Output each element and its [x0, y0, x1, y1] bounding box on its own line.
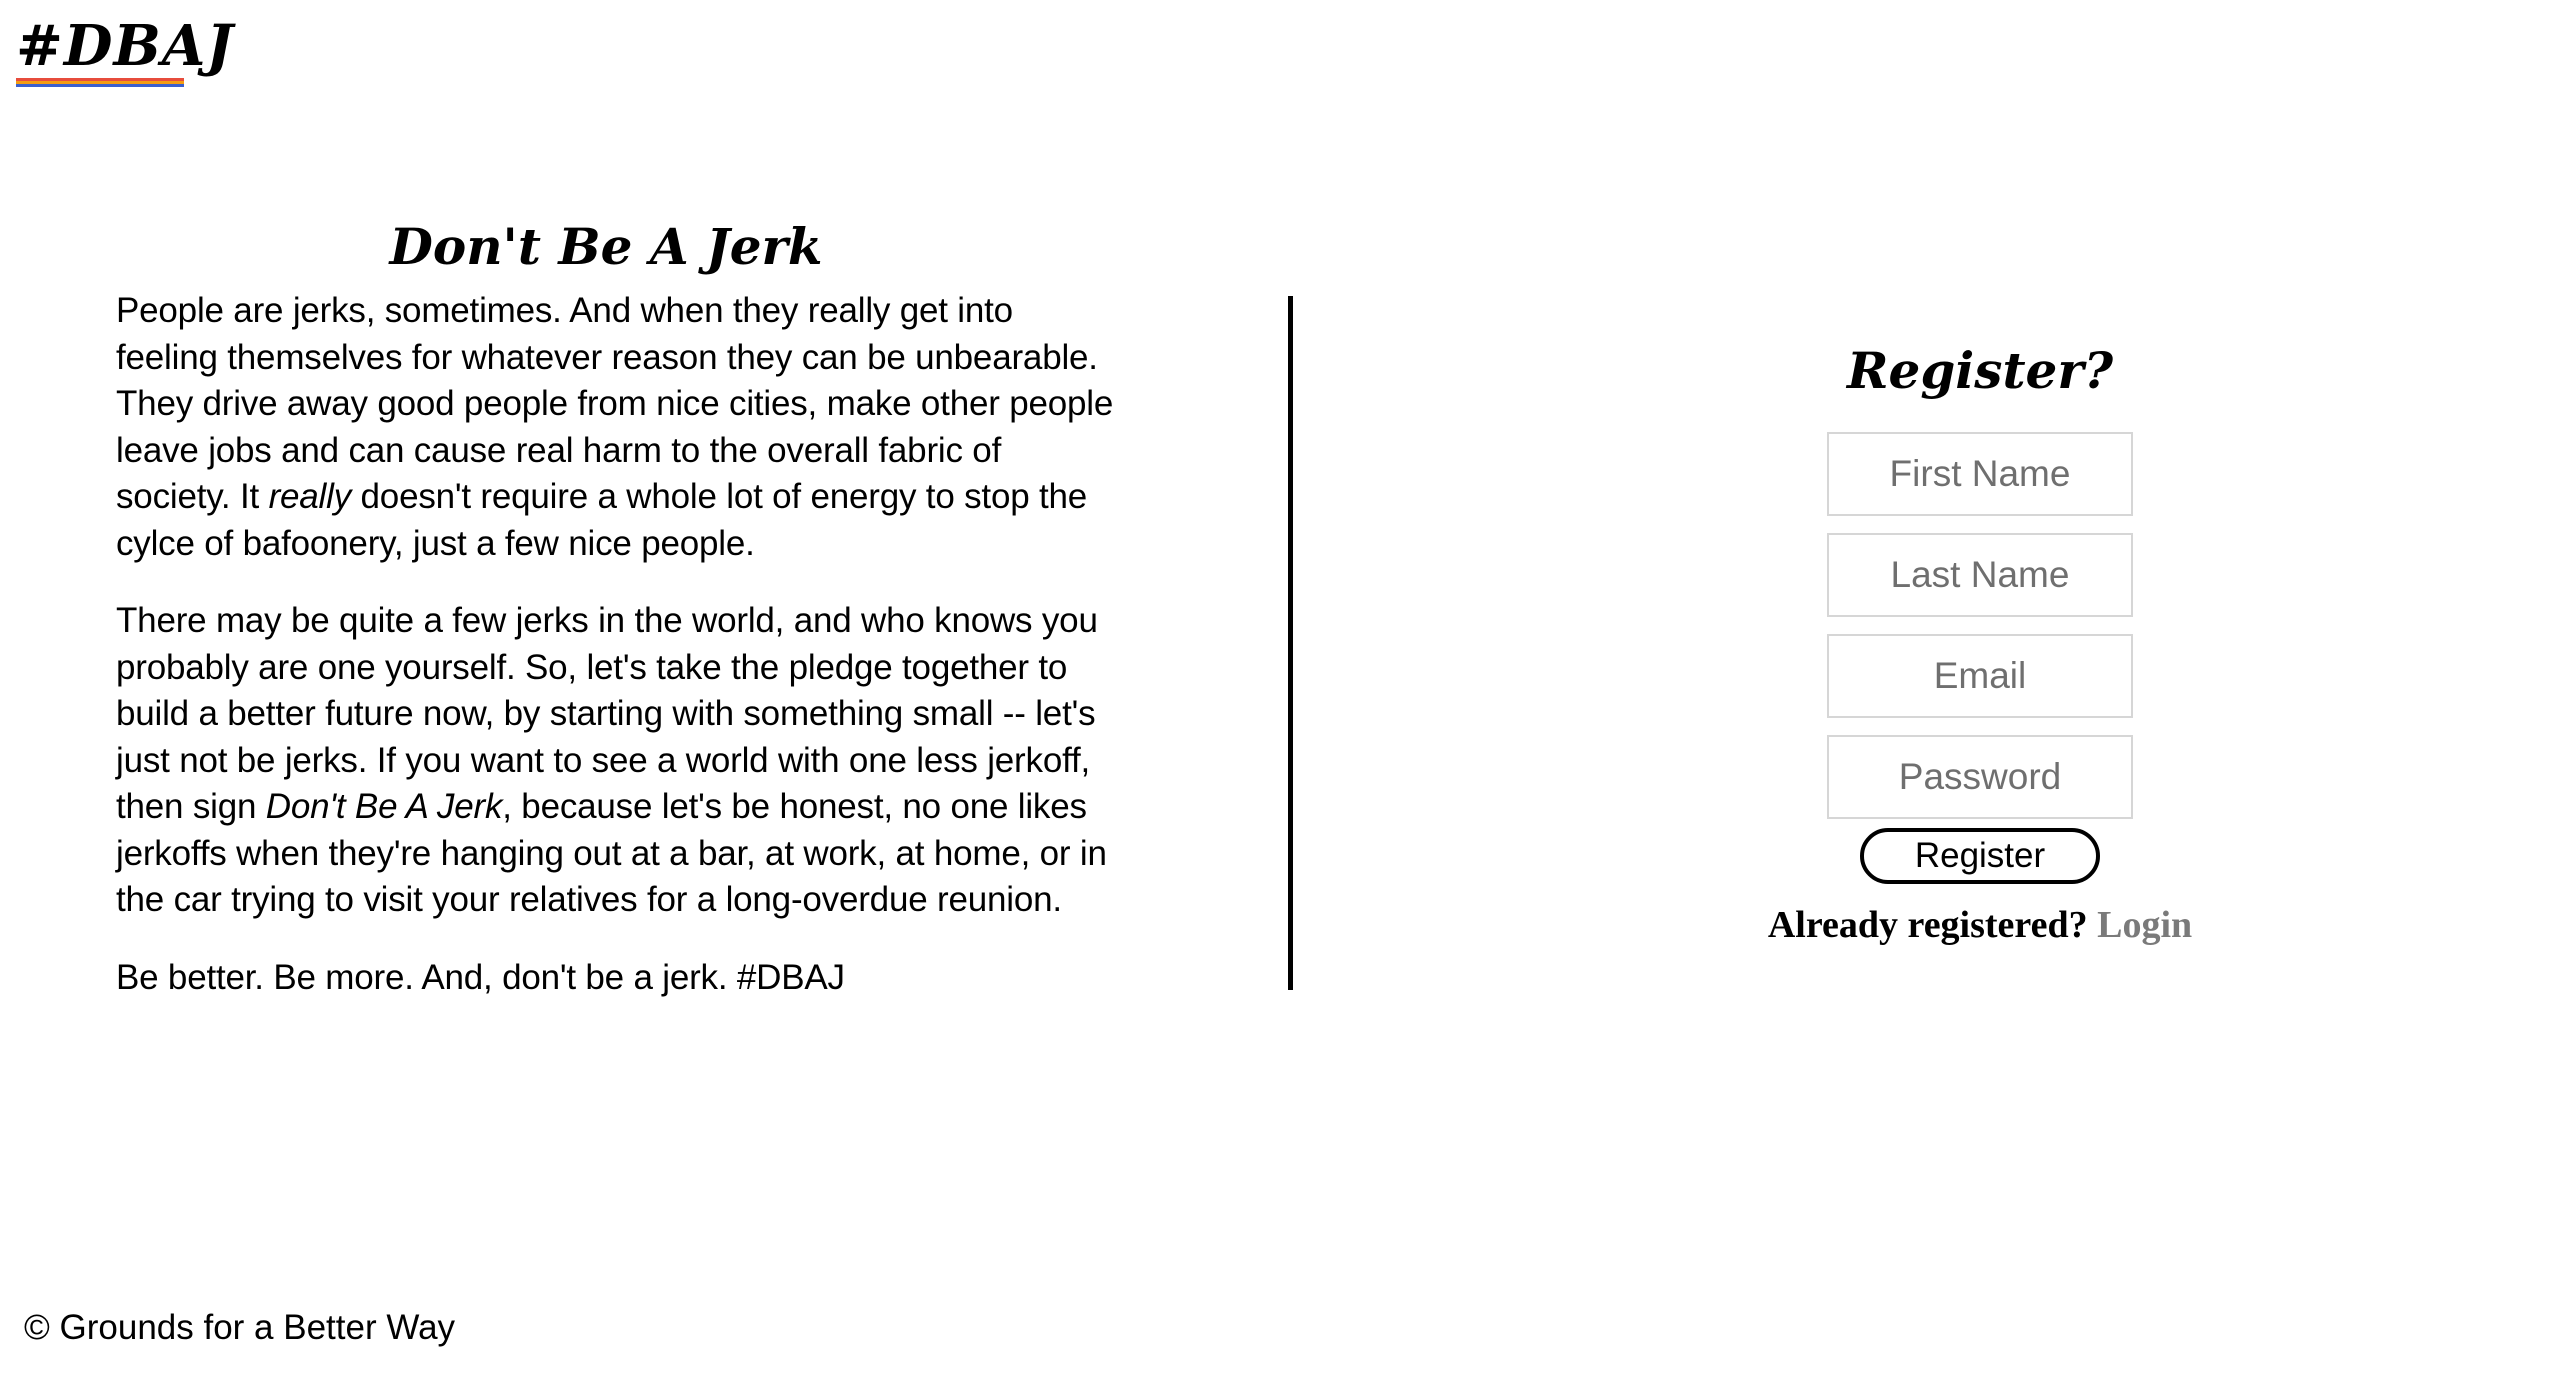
intro-section: Don't Be A Jerk People are jerks, someti…	[116, 212, 1116, 1032]
intro-paragraph-3: Be better. Be more. And, don't be a jerk…	[116, 957, 845, 997]
logo-underline-stripes	[16, 78, 184, 87]
intro-paragraph-2: There may be quite a few jerks in the wo…	[116, 598, 1116, 924]
intro-paragraph-1: People are jerks, sometimes. And when th…	[116, 288, 1116, 567]
intro-paragraph-1-emphasis: really	[268, 477, 352, 516]
register-button[interactable]: Register	[1860, 828, 2100, 884]
first-name-field[interactable]	[1827, 432, 2133, 516]
register-form: Register? Register Already registered? L…	[1700, 336, 2260, 950]
vertical-divider	[1288, 296, 1293, 990]
password-field[interactable]	[1827, 735, 2133, 819]
footer-copyright: © Grounds for a Better Way	[24, 1308, 456, 1347]
register-title: Register?	[1846, 341, 2113, 400]
intro-paragraph-2-emphasis: Don't Be A Jerk	[265, 787, 503, 826]
intro-title: Don't Be A Jerk	[389, 217, 823, 276]
last-name-field[interactable]	[1827, 533, 2133, 617]
login-link[interactable]: Login	[2097, 904, 2192, 946]
site-logo[interactable]: #DBAJ	[16, 14, 234, 78]
already-registered-line: Already registered? Login	[1700, 900, 2260, 950]
logo-stripe-blue	[16, 84, 184, 87]
already-registered-text: Already registered?	[1767, 904, 2088, 946]
email-field[interactable]	[1827, 634, 2133, 718]
